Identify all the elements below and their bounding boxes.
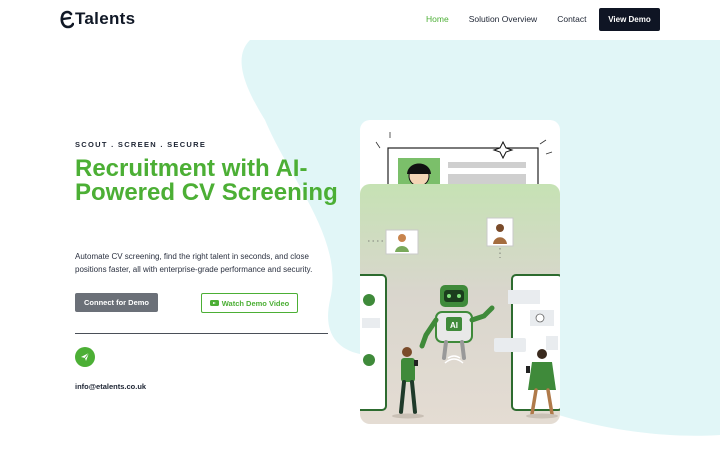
divider [75,333,328,334]
video-play-icon [209,300,219,306]
logo[interactable]: Talents [60,8,135,30]
logo-text: Talents [75,9,136,28]
logo-e-icon [60,10,74,29]
connect-for-demo-button[interactable]: Connect for Demo [75,293,158,312]
hero-description: Automate CV screening, find the right ta… [75,252,313,274]
view-demo-button[interactable]: View Demo [599,8,660,31]
nav-home[interactable]: Home [426,14,449,24]
main-nav: Home Solution Overview Contact [426,14,587,24]
watch-demo-video-button[interactable]: Watch Demo Video [201,293,298,313]
hero-kicker: SCOUT . SCREEN . SECURE [75,140,207,149]
send-message-button[interactable] [75,347,95,367]
nav-contact[interactable]: Contact [557,14,586,24]
robot-hiring-illustration: AI [360,120,560,424]
contact-email[interactable]: info@etalents.co.uk [75,382,146,391]
header: Talents Home Solution Overview Contact V… [0,0,720,40]
robot-badge: AI [450,321,458,330]
nav-solution-overview[interactable]: Solution Overview [469,14,538,24]
watch-demo-label: Watch Demo Video [221,298,290,308]
paper-plane-icon [81,352,90,361]
hero-title: Recruitment with AI-Powered CV Screening [75,155,338,206]
